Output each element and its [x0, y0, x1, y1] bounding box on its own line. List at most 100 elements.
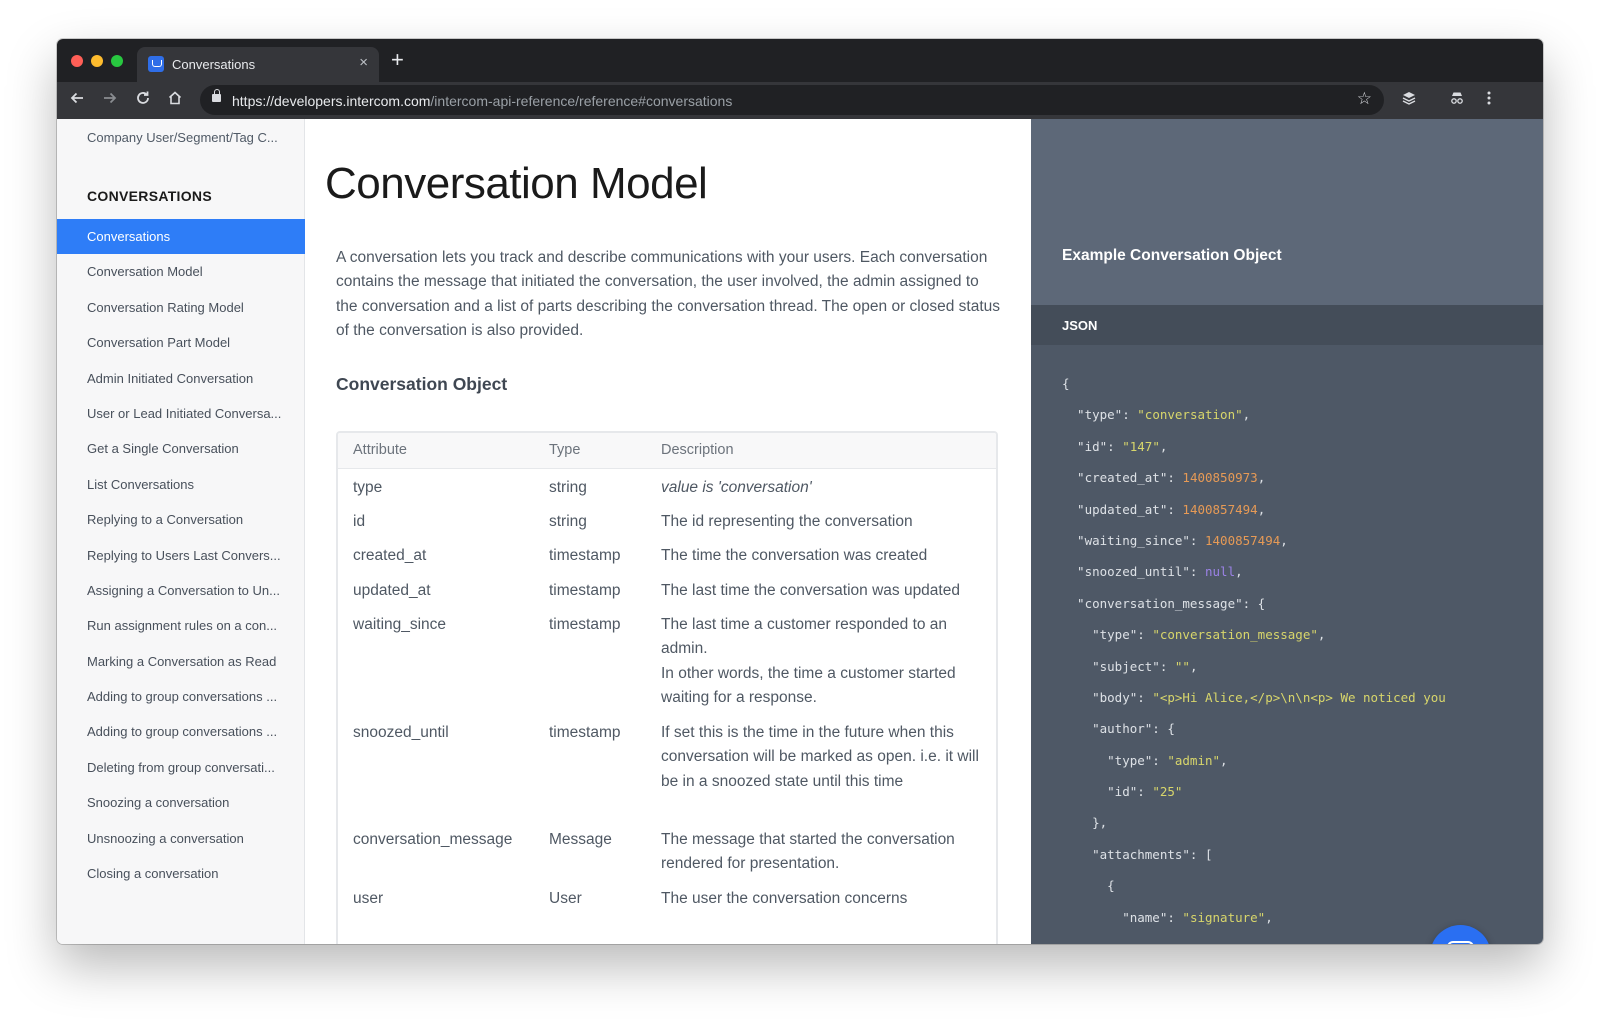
code-line: "id": "147", — [1062, 437, 1446, 468]
browser-tab[interactable]: Conversations × — [137, 47, 379, 82]
main-content: Conversation Model A conversation lets y… — [306, 119, 1031, 944]
sidebar-item-conversations[interactable]: Conversations — [57, 219, 305, 255]
sidebar-item-list-conversations[interactable]: List Conversations — [57, 467, 305, 502]
sidebar-item-admin-initiated-conversation[interactable]: Admin Initiated Conversation — [57, 361, 305, 396]
page-title: Conversation Model — [325, 159, 708, 208]
sidebar-item-get-single-conversation[interactable]: Get a Single Conversation — [57, 431, 305, 466]
type-cell: timestamp — [549, 724, 621, 741]
sidebar-item-assigning-conversation[interactable]: Assigning a Conversation to Un... — [57, 573, 305, 608]
attribute-cell: updated_at — [353, 582, 431, 599]
sidebar-item-user-or-lead-initiated[interactable]: User or Lead Initiated Conversa... — [57, 396, 305, 431]
sidebar-item-closing[interactable]: Closing a conversation — [57, 856, 305, 891]
home-icon[interactable] — [163, 88, 187, 112]
attributes-table: Attribute Type Description type string v… — [336, 431, 998, 944]
url-host: https://developers.intercom.com — [232, 93, 431, 109]
description-cell: The user the conversation concerns — [661, 890, 908, 907]
column-header-attribute: Attribute — [353, 442, 407, 458]
code-string: "conversation" — [1137, 407, 1243, 423]
code-line: "subject": "", — [1062, 657, 1446, 688]
close-window-button[interactable] — [71, 55, 83, 67]
type-cell: User — [549, 890, 582, 907]
section-title: Conversation Object — [336, 374, 508, 394]
sidebar-item-conversation-part-model[interactable]: Conversation Part Model — [57, 325, 305, 360]
code-line: { — [1062, 876, 1446, 907]
lock-icon[interactable] — [212, 89, 221, 102]
code-punct: }, — [1062, 815, 1108, 831]
attribute-cell: user — [353, 890, 384, 907]
code-punct: , — [1257, 470, 1266, 486]
incognito-icon[interactable] — [1445, 88, 1469, 112]
minimize-window-button[interactable] — [91, 55, 103, 67]
code-punct: "waiting_since": — [1062, 532, 1205, 548]
extension-stack-icon[interactable] — [1397, 88, 1421, 112]
new-tab-button[interactable]: + — [391, 49, 404, 71]
code-punct: "type": — [1062, 407, 1138, 423]
sidebar-item-snoozing[interactable]: Snoozing a conversation — [57, 785, 305, 820]
sidebar-item-replying-to-users-last[interactable]: Replying to Users Last Convers... — [57, 538, 305, 573]
code-punct: , — [1235, 564, 1243, 580]
forward-icon[interactable] — [98, 88, 122, 112]
sidebar-item-conversation-rating-model[interactable]: Conversation Rating Model — [57, 290, 305, 325]
sidebar-list: Conversations Conversation Model Convers… — [57, 219, 305, 891]
sidebar-item-conversation-model[interactable]: Conversation Model — [57, 254, 305, 289]
sidebar-item-company-user-segment-tag[interactable]: Company User/Segment/Tag C... — [87, 130, 278, 145]
browser-window: Conversations × + https://developers.int… — [57, 39, 1543, 944]
sidebar-item-marking-as-read[interactable]: Marking a Conversation as Read — [57, 644, 305, 679]
menu-kebab-icon[interactable] — [1477, 88, 1501, 112]
window-controls — [71, 55, 123, 67]
table-header-row: Attribute Type Description — [338, 433, 996, 469]
sidebar-item-deleting-from-group[interactable]: Deleting from group conversati... — [57, 750, 305, 785]
tab-close-icon[interactable]: × — [359, 55, 368, 71]
address-bar[interactable]: https://developers.intercom.com/intercom… — [200, 85, 1384, 115]
sidebar-item-unsnoozing[interactable]: Unsnoozing a conversation — [57, 821, 305, 856]
code-punct: { — [1062, 878, 1115, 894]
code-line: "id": "25" — [1062, 782, 1446, 813]
code-punct: "id": — [1062, 438, 1123, 454]
code-string: "25" — [1152, 784, 1183, 800]
tab-json[interactable]: JSON — [1062, 318, 1097, 333]
code-punct: "author": { — [1062, 721, 1175, 737]
docs-sidebar: Company User/Segment/Tag C... CONVERSATI… — [57, 119, 305, 944]
url-text[interactable]: https://developers.intercom.com/intercom… — [232, 93, 732, 109]
code-punct: "subject": — [1062, 658, 1175, 674]
attribute-cell: type — [353, 479, 383, 496]
page-viewport: Company User/Segment/Tag C... CONVERSATI… — [57, 119, 1543, 944]
code-punct: , — [1220, 752, 1228, 768]
code-punct: "type": — [1062, 627, 1153, 643]
attribute-cell: created_at — [353, 547, 427, 564]
description-line: In other words, the time a customer star… — [661, 664, 956, 706]
code-punct: "body": — [1062, 689, 1153, 705]
code-punct: "updated_at": — [1062, 501, 1183, 517]
sidebar-item-replying-to-conversation[interactable]: Replying to a Conversation — [57, 502, 305, 537]
reload-icon[interactable] — [131, 88, 155, 112]
sidebar-section-heading: CONVERSATIONS — [87, 188, 212, 204]
sidebar-item-run-assignment-rules[interactable]: Run assignment rules on a con... — [57, 608, 305, 643]
code-punct: "name": — [1062, 909, 1183, 925]
code-punct: , — [1242, 407, 1251, 423]
zoom-window-button[interactable] — [111, 55, 123, 67]
type-cell: Message — [549, 831, 612, 848]
url-path: /intercom-api-reference/reference#conver… — [430, 93, 733, 109]
attribute-cell: id — [353, 513, 366, 530]
code-punct: "type": — [1062, 752, 1168, 768]
bookmark-star-icon[interactable]: ☆ — [1357, 89, 1372, 109]
code-string: "<p>Hi Alice,</p>\n\n<p> We noticed you — [1152, 689, 1446, 705]
type-cell: timestamp — [549, 616, 621, 633]
code-number: 1400857494 — [1182, 501, 1258, 517]
code-string: "signature" — [1182, 909, 1266, 925]
code-string: "admin" — [1167, 752, 1221, 768]
code-punct: "attachments": [ — [1062, 846, 1213, 862]
attribute-cell: snoozed_until — [353, 724, 449, 741]
code-punct: , — [1265, 909, 1273, 925]
description-cell: If set this is the time in the future wh… — [661, 724, 979, 790]
description-cell: The message that started the conversatio… — [661, 831, 955, 873]
sidebar-item-adding-to-group-2[interactable]: Adding to group conversations ... — [57, 714, 305, 749]
back-icon[interactable] — [65, 88, 89, 112]
code-punct: , — [1257, 501, 1266, 517]
code-line: "updated_at": 1400857494, — [1062, 500, 1446, 531]
code-punct: "snoozed_until": — [1062, 564, 1205, 580]
column-header-description: Description — [661, 442, 734, 458]
code-line: "attachments": [ — [1062, 845, 1446, 876]
description-cell: value is 'conversation' — [661, 479, 812, 496]
sidebar-item-adding-to-group-1[interactable]: Adding to group conversations ... — [57, 679, 305, 714]
